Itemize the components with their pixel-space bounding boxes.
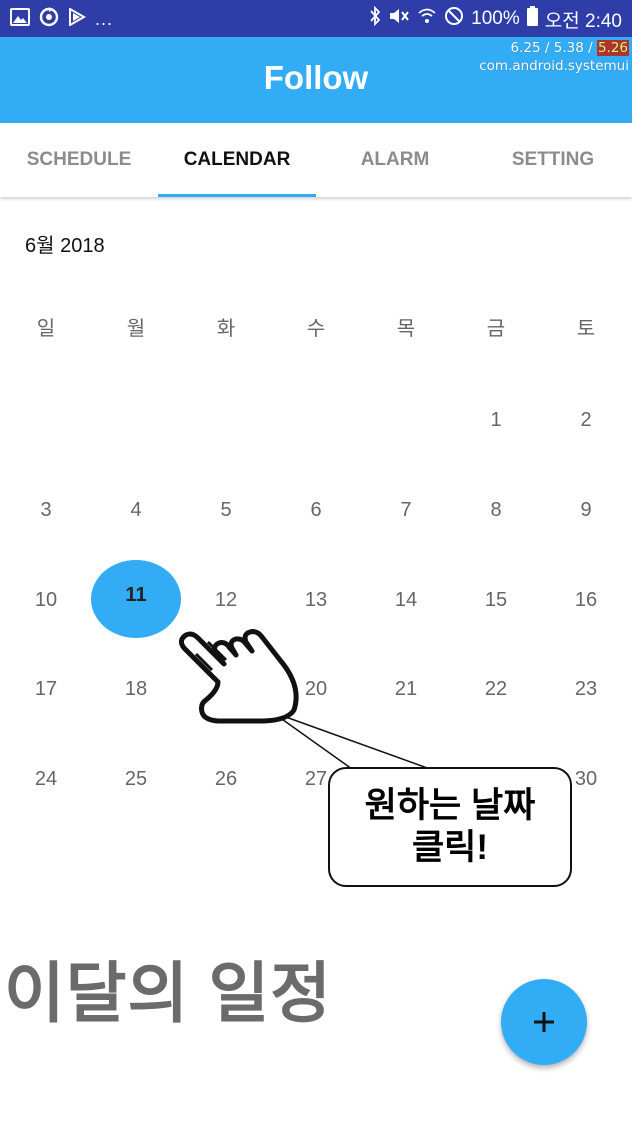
calendar-day[interactable]: 6 <box>271 490 361 530</box>
weekday-wed: 수 <box>306 318 326 340</box>
weekday-sat: 토 <box>576 318 596 340</box>
status-bar-left: ... <box>10 6 114 32</box>
calendar-day[interactable]: 4 <box>91 490 181 530</box>
calendar-day <box>1 400 91 440</box>
tab-schedule[interactable]: SCHEDULE <box>0 123 158 197</box>
clock: 오전 2:40 <box>544 10 622 32</box>
cpu-overlay: 6.25 / 5.38 / 5.26 com.android.systemui <box>479 39 629 75</box>
calendar-week-3: 10 11 12 13 14 15 16 <box>1 560 631 638</box>
play-store-icon <box>68 6 87 31</box>
image-icon <box>10 7 30 31</box>
weekday-thu: 목 <box>396 318 416 340</box>
cpu-load-values: 6.25 / 5.38 / <box>510 40 597 56</box>
weekday-header: 일 월 화 수 목 금 토 <box>1 314 631 344</box>
calendar-day <box>271 400 361 440</box>
weekday-fri: 금 <box>486 318 506 340</box>
bluetooth-icon <box>369 5 381 32</box>
weekday-tue: 화 <box>216 318 236 340</box>
battery-icon <box>526 6 538 32</box>
calendar-day[interactable]: 21 <box>361 669 451 709</box>
cpu-load-highlight: 5.26 <box>596 40 629 56</box>
tab-setting[interactable]: SETTING <box>474 123 632 197</box>
overlay-process-name: com.android.systemui <box>479 58 629 74</box>
calendar-day-selected[interactable]: 11 <box>91 560 181 638</box>
status-bar-right: 100% 오전 2:40 <box>369 5 622 32</box>
calendar-day[interactable]: 7 <box>361 490 451 530</box>
add-schedule-button[interactable] <box>501 979 587 1065</box>
calendar-day[interactable]: 24 <box>1 759 91 799</box>
calendar-week-2: 3 4 5 6 7 8 9 <box>1 490 631 530</box>
calendar-day[interactable]: 26 <box>181 759 271 799</box>
cpu-load-line: 6.25 / 5.38 / 5.26 <box>479 39 629 57</box>
tab-alarm[interactable]: ALARM <box>316 123 474 197</box>
month-title: 6월 2018 <box>25 235 105 257</box>
calendar-day <box>91 400 181 440</box>
status-bar: ... 100% 오전 2:40 <box>0 0 632 37</box>
calendar-day[interactable]: 5 <box>181 490 271 530</box>
tooltip-callout: 원하는 날짜 클릭! <box>328 767 572 887</box>
status-overflow: ... <box>95 8 114 29</box>
mute-icon <box>388 6 410 32</box>
do-not-disturb-icon <box>444 6 464 32</box>
calendar-day <box>361 400 451 440</box>
wifi-icon <box>417 6 437 32</box>
calendar-day[interactable]: 1 <box>451 400 541 440</box>
calendar-week-1: 1 2 <box>1 400 631 440</box>
plus-icon <box>534 1012 554 1032</box>
calendar-day[interactable]: 18 <box>91 669 181 709</box>
app-bar: Follow 6.25 / 5.38 / 5.26 com.android.sy… <box>0 37 632 123</box>
callout-line-2: 클릭! <box>411 828 489 867</box>
calendar-day[interactable]: 25 <box>91 759 181 799</box>
weekday-mon: 월 <box>126 318 146 340</box>
callout-line-1: 원하는 날짜 <box>364 786 536 825</box>
calendar-week-4: 17 18 19 20 21 22 23 <box>1 669 631 709</box>
monthly-schedule-title: 이달의 일정 <box>4 956 332 1030</box>
calendar-day[interactable]: 22 <box>451 669 541 709</box>
calendar-day[interactable]: 3 <box>1 490 91 530</box>
pointing-hand-icon <box>178 629 299 724</box>
weekday-sun: 일 <box>36 318 56 340</box>
calendar-day[interactable]: 2 <box>541 400 631 440</box>
calendar-day[interactable]: 10 <box>1 580 91 620</box>
calendar-day[interactable]: 15 <box>451 580 541 620</box>
calendar-day[interactable]: 8 <box>451 490 541 530</box>
calendar-day[interactable]: 9 <box>541 490 631 530</box>
calendar-day[interactable]: 16 <box>541 580 631 620</box>
calendar-day[interactable]: 13 <box>271 580 361 620</box>
calendar-day[interactable]: 12 <box>181 580 271 620</box>
calendar-day[interactable]: 14 <box>361 580 451 620</box>
calendar-day[interactable]: 23 <box>541 669 631 709</box>
tab-calendar[interactable]: CALENDAR <box>158 123 316 197</box>
tab-bar: SCHEDULE CALENDAR ALARM SETTING <box>0 123 632 197</box>
calendar-day <box>181 400 271 440</box>
battery-percent: 100% <box>471 8 520 29</box>
sync-icon <box>39 6 59 32</box>
calendar-day[interactable]: 17 <box>1 669 91 709</box>
selected-day-label: 11 <box>125 584 147 606</box>
